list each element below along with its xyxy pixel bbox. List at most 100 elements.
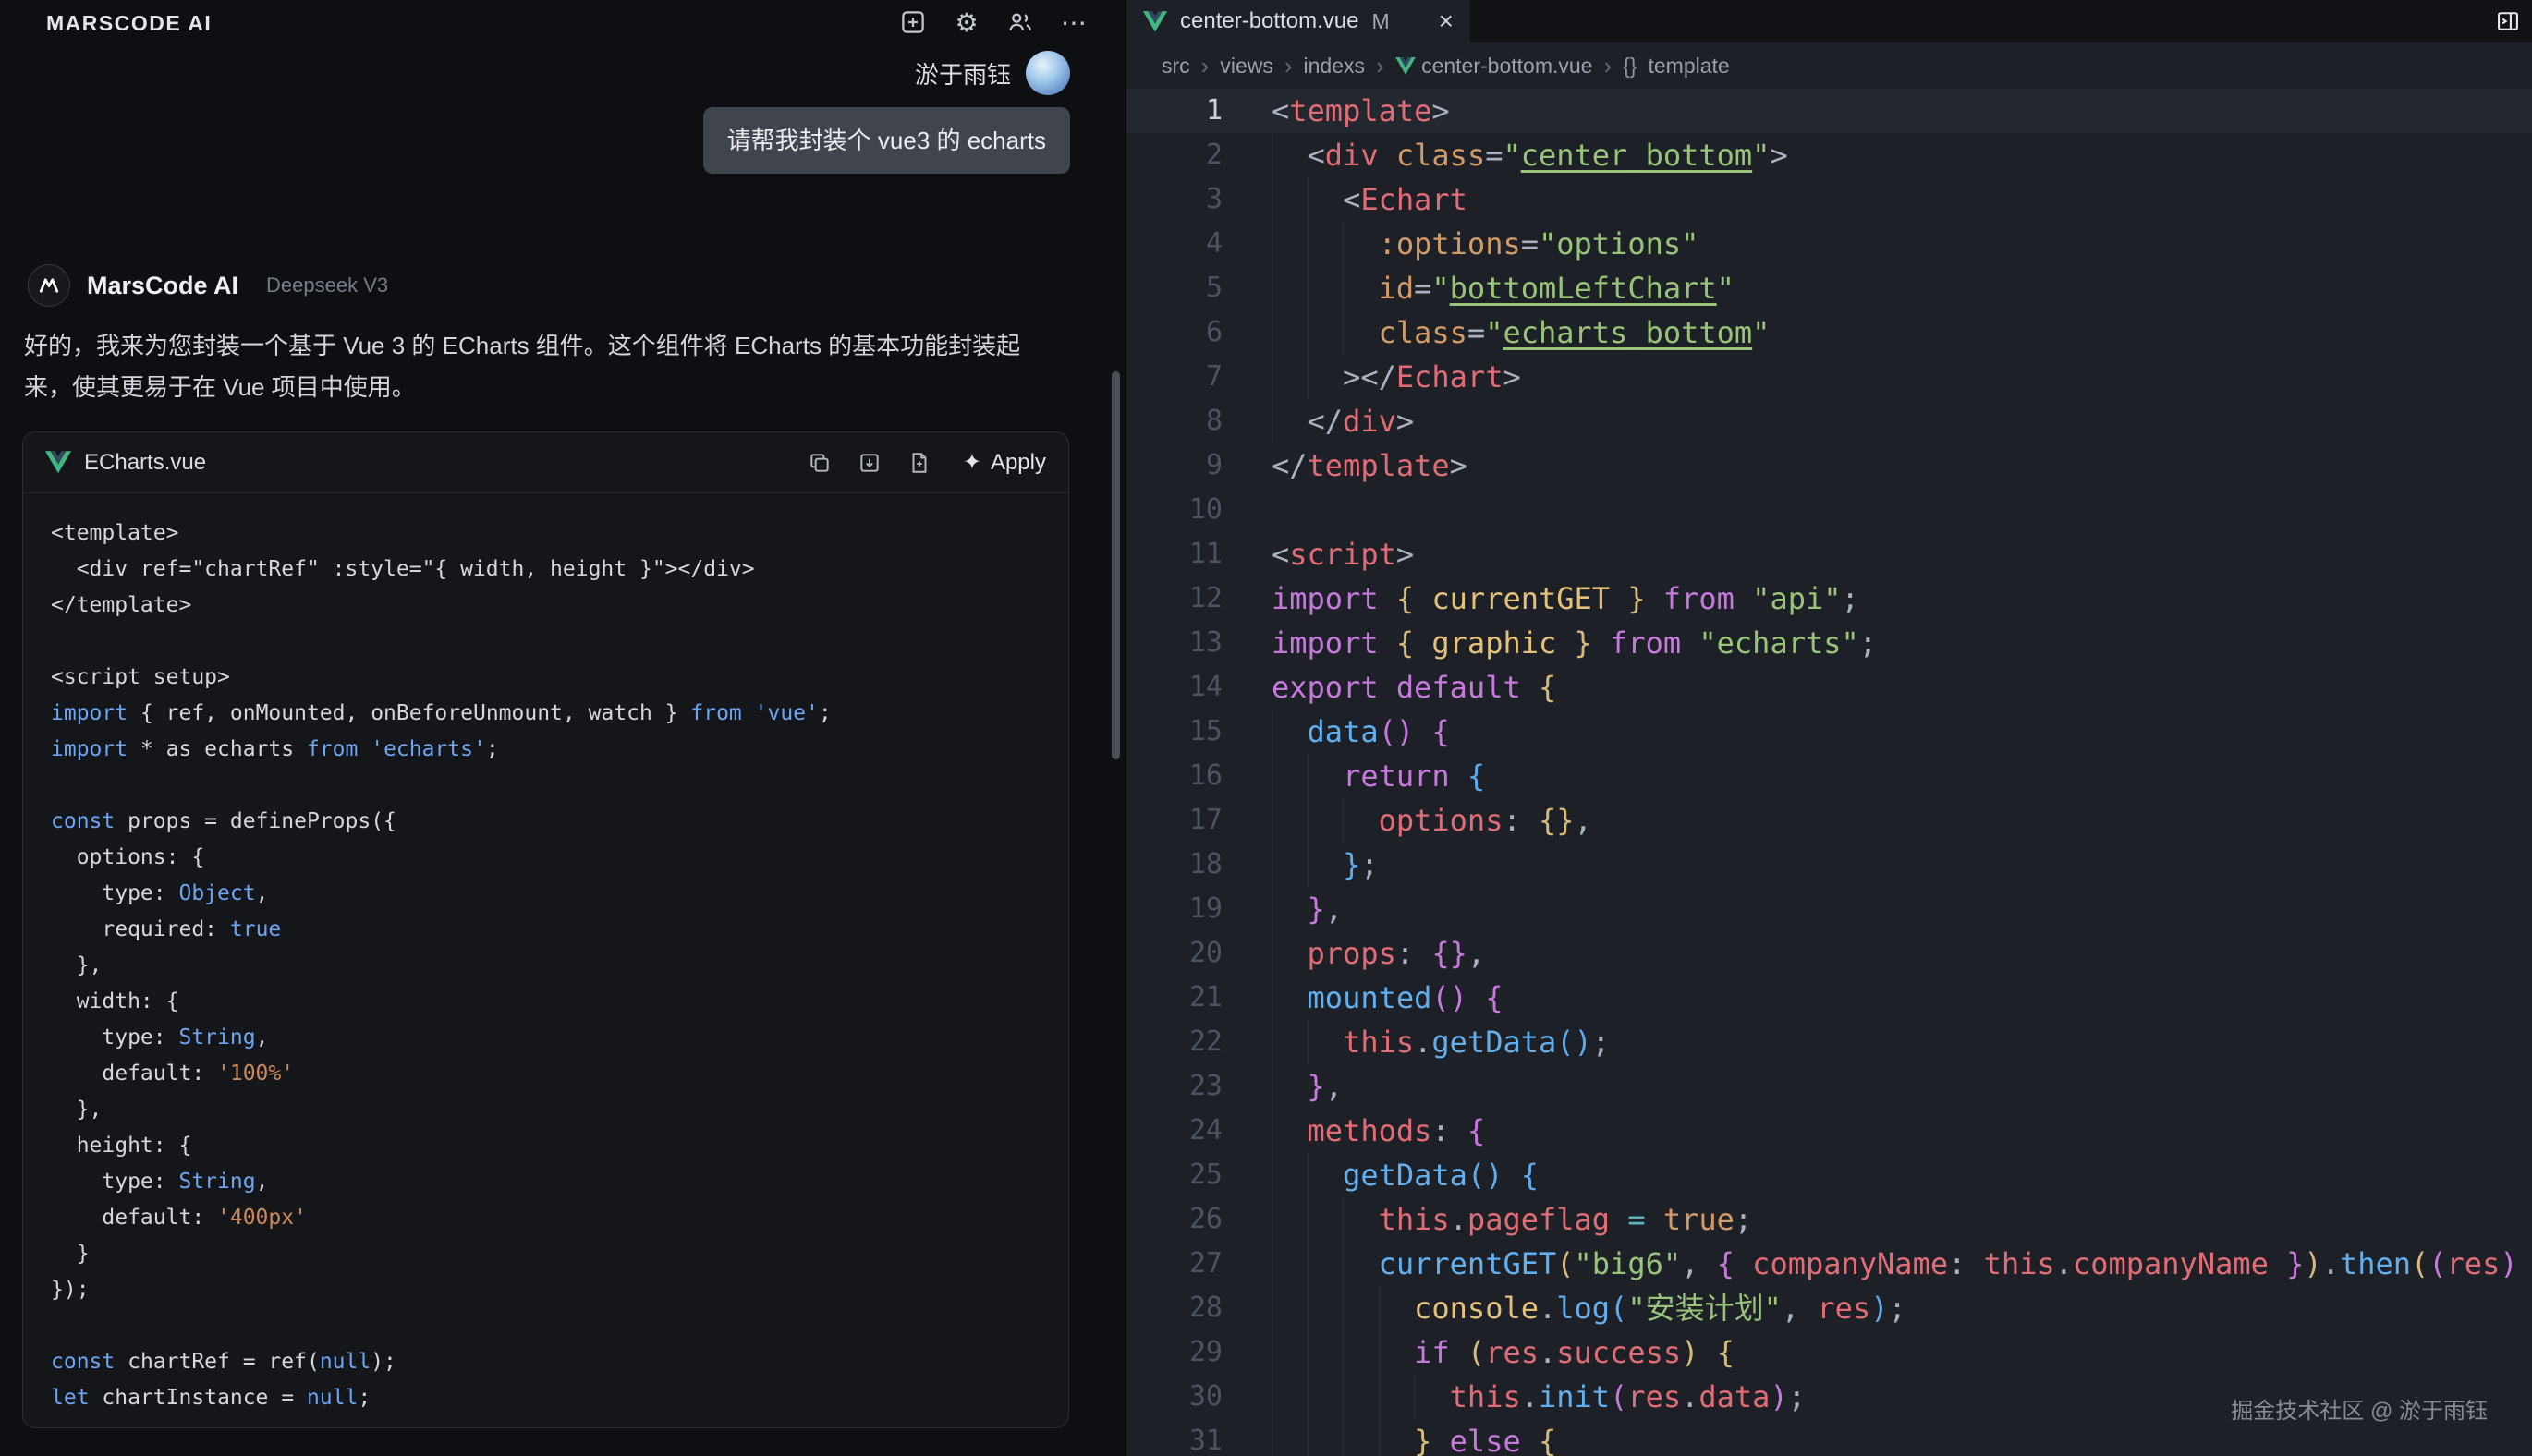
line-number[interactable]: 12 [1126, 576, 1236, 621]
tab-center-bottom-vue[interactable]: center-bottom.vue M × [1126, 0, 1470, 42]
line-number[interactable]: 5 [1126, 266, 1236, 310]
line-number[interactable]: 23 [1126, 1064, 1236, 1109]
breadcrumb-item-src[interactable]: src [1162, 54, 1190, 79]
user-message-bubble: 请帮我封装个 vue3 的 echarts [703, 107, 1070, 174]
chevron-right-icon: › [1201, 52, 1210, 80]
line-content: return { [1272, 754, 1485, 798]
code-line[interactable]: 24 methods: { [1126, 1109, 2532, 1153]
line-number[interactable]: 31 [1126, 1419, 1236, 1456]
line-content: id="bottomLeftChart" [1272, 266, 1735, 310]
line-number[interactable]: 22 [1126, 1020, 1236, 1064]
line-number[interactable]: 28 [1126, 1286, 1236, 1330]
code-line[interactable]: 22 this.getData(); [1126, 1020, 2532, 1064]
line-number[interactable]: 4 [1126, 222, 1236, 266]
breadcrumb-item-views[interactable]: views [1220, 54, 1273, 79]
code-line[interactable]: 27 currentGET("big6", { companyName: thi… [1126, 1242, 2532, 1286]
code-line[interactable]: 13import { graphic } from "echarts"; [1126, 621, 2532, 665]
settings-gear-icon[interactable]: ⚙ [952, 7, 981, 37]
line-number[interactable]: 11 [1126, 532, 1236, 576]
line-number[interactable]: 13 [1126, 621, 1236, 665]
code-line[interactable]: 18 }; [1126, 843, 2532, 887]
user-message-header: 淤于雨钰 [915, 51, 1070, 95]
line-content: getData() { [1272, 1153, 1539, 1197]
code-line[interactable]: 10 [1126, 488, 2532, 532]
card-code-line: import * as echarts from 'echarts'; [51, 732, 1041, 768]
code-line[interactable]: 6 class="echarts_bottom" [1126, 310, 2532, 355]
line-content: import { currentGET } from "api"; [1272, 576, 1859, 621]
line-number[interactable]: 29 [1126, 1330, 1236, 1375]
code-line[interactable]: 23 }, [1126, 1064, 2532, 1109]
line-content: ></Echart> [1272, 355, 1521, 399]
code-line[interactable]: 7 ></Echart> [1126, 355, 2532, 399]
code-line[interactable]: 14export default { [1126, 665, 2532, 710]
code-line[interactable]: 21 mounted() { [1126, 976, 2532, 1020]
card-code-line: let chartInstance = null; [51, 1380, 1041, 1416]
editor-panel: center-bottom.vue M × src › views › inde… [1126, 0, 2532, 1456]
code-line[interactable]: 2 <div class="center_bottom"> [1126, 133, 2532, 177]
line-number[interactable]: 25 [1126, 1153, 1236, 1197]
chat-panel: MARSCODE AI ⚙ ⋯ [0, 0, 1126, 1456]
code-line[interactable]: 9</template> [1126, 443, 2532, 488]
breadcrumb-item-file[interactable]: center-bottom.vue [1395, 54, 1593, 79]
line-number[interactable]: 3 [1126, 177, 1236, 222]
code-line[interactable]: 4 :options="options" [1126, 222, 2532, 266]
share-users-icon[interactable] [1005, 7, 1035, 37]
line-number[interactable]: 2 [1126, 133, 1236, 177]
line-number[interactable]: 10 [1126, 488, 1236, 532]
line-content: data() { [1272, 710, 1450, 754]
line-number[interactable]: 21 [1126, 976, 1236, 1020]
line-number[interactable]: 30 [1126, 1375, 1236, 1419]
tab-close-icon[interactable]: × [1439, 8, 1454, 34]
code-line[interactable]: 8 </div> [1126, 399, 2532, 443]
card-code-line: }, [51, 1092, 1041, 1128]
code-line[interactable]: 31 } else { [1126, 1419, 2532, 1456]
card-code-line: height: { [51, 1128, 1041, 1164]
assistant-header: MarsCode AI Deepseek V3 [28, 264, 388, 307]
code-line[interactable]: 11<script> [1126, 532, 2532, 576]
line-number[interactable]: 8 [1126, 399, 1236, 443]
chat-scrollbar-thumb[interactable] [1112, 371, 1120, 759]
line-number[interactable]: 16 [1126, 754, 1236, 798]
code-line[interactable]: 3 <Echart [1126, 177, 2532, 222]
line-number[interactable]: 24 [1126, 1109, 1236, 1153]
code-line[interactable]: 20 props: {}, [1126, 931, 2532, 976]
line-number[interactable]: 7 [1126, 355, 1236, 399]
line-number[interactable]: 18 [1126, 843, 1236, 887]
code-line[interactable]: 15 data() { [1126, 710, 2532, 754]
card-code-line: </template> [51, 588, 1041, 624]
insert-code-icon[interactable] [856, 449, 883, 477]
line-number[interactable]: 26 [1126, 1197, 1236, 1242]
code-line[interactable]: 26 this.pageflag = true; [1126, 1197, 2532, 1242]
line-number[interactable]: 14 [1126, 665, 1236, 710]
line-content: options: {}, [1272, 798, 1592, 843]
code-line[interactable]: 25 getData() { [1126, 1153, 2532, 1197]
line-number[interactable]: 9 [1126, 443, 1236, 488]
code-line[interactable]: 28 console.log("安装计划", res); [1126, 1286, 2532, 1330]
card-code-line: width: { [51, 984, 1041, 1020]
line-number[interactable]: 20 [1126, 931, 1236, 976]
code-line[interactable]: 17 options: {}, [1126, 798, 2532, 843]
breadcrumb-item-template[interactable]: template [1649, 54, 1730, 79]
line-number[interactable]: 1 [1126, 89, 1236, 133]
code-card-actions: ✦ Apply [806, 449, 1046, 477]
code-line[interactable]: 29 if (res.success) { [1126, 1330, 2532, 1375]
code-line[interactable]: 1<template> [1126, 89, 2532, 133]
line-number[interactable]: 27 [1126, 1242, 1236, 1286]
chat-header-toolbar: ⚙ ⋯ [898, 6, 1089, 39]
code-line[interactable]: 16 return { [1126, 754, 2532, 798]
breadcrumb-item-indexs[interactable]: indexs [1304, 54, 1365, 79]
code-line[interactable]: 12 import { currentGET } from "api"; [1126, 576, 2532, 621]
code-line[interactable]: 19 }, [1126, 887, 2532, 931]
code-line[interactable]: 5 id="bottomLeftChart" [1126, 266, 2532, 310]
line-content: this.getData(); [1272, 1020, 1610, 1064]
line-number[interactable]: 19 [1126, 887, 1236, 931]
copy-icon[interactable] [806, 449, 834, 477]
new-file-icon[interactable] [906, 449, 933, 477]
more-menu-icon[interactable]: ⋯ [1059, 7, 1089, 37]
new-chat-icon[interactable] [898, 7, 928, 37]
split-editor-icon[interactable] [2493, 6, 2523, 36]
apply-button[interactable]: ✦ Apply [963, 449, 1046, 476]
line-number[interactable]: 6 [1126, 310, 1236, 355]
line-number[interactable]: 15 [1126, 710, 1236, 754]
line-number[interactable]: 17 [1126, 798, 1236, 843]
